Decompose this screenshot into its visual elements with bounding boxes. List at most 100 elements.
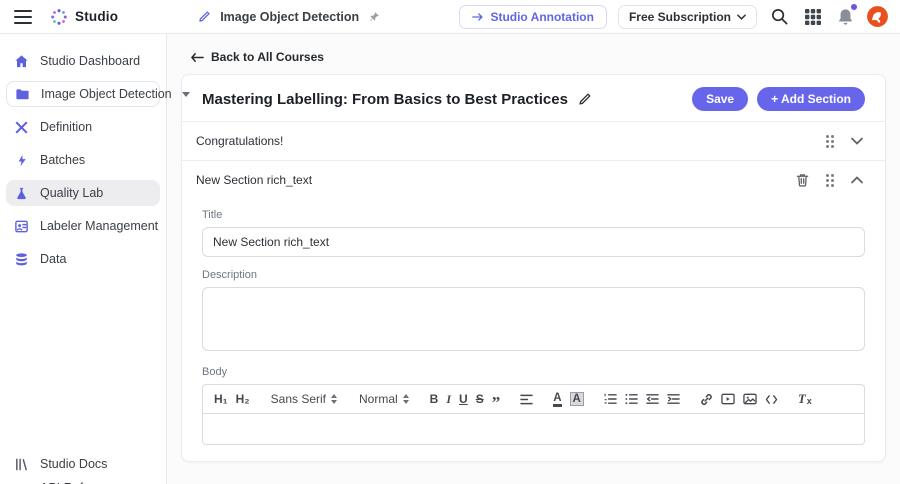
studio-annotation-button[interactable]: Studio Annotation	[459, 4, 607, 29]
code-icon	[14, 480, 30, 484]
section-title-input[interactable]	[202, 227, 865, 257]
body-field-label: Body	[202, 366, 228, 378]
size-select[interactable]: Normal	[355, 390, 413, 408]
title-field-label: Title	[202, 209, 223, 221]
video-button[interactable]	[718, 389, 738, 409]
edit-project-pencil-icon[interactable]	[196, 8, 213, 25]
code-block-button[interactable]	[762, 389, 781, 409]
h2-button[interactable]: H₂	[233, 389, 253, 409]
section-form: Title Description Body H₁ H₂ Sans Serif	[182, 199, 885, 461]
align-icon	[520, 394, 533, 404]
editor-body-area[interactable]	[203, 414, 864, 444]
course-title: Mastering Labelling: From Basics to Best…	[202, 90, 594, 108]
folder-icon	[15, 86, 31, 102]
sidebar-item-studio-dashboard[interactable]: Studio Dashboard	[6, 48, 160, 74]
ordered-list-button[interactable]	[601, 389, 620, 409]
crossed-tools-icon	[14, 119, 30, 135]
sidebar-item-label: Labeler Management	[40, 219, 159, 233]
course-editor-card: Mastering Labelling: From Basics to Best…	[181, 74, 886, 462]
select-arrows-icon	[402, 394, 409, 404]
drag-handle-icon[interactable]	[826, 134, 834, 148]
section-row-new-section: New Section rich_text	[182, 161, 885, 199]
sidebar-item-label: Data	[40, 252, 67, 266]
top-right-actions: Studio Annotation Free Subscription	[459, 3, 888, 29]
background-color-button[interactable]: A	[567, 389, 587, 409]
description-field-label: Description	[202, 269, 258, 281]
back-to-courses-link[interactable]: Back to All Courses	[191, 50, 324, 64]
ordered-list-icon	[604, 393, 617, 404]
italic-button[interactable]: I	[443, 389, 454, 409]
underline-button[interactable]: U	[456, 389, 471, 409]
sidebar-footer: Studio Docs API Reference	[0, 452, 166, 484]
bold-button[interactable]: B	[427, 389, 442, 409]
notification-dot	[851, 3, 857, 10]
batches-icon	[14, 152, 30, 168]
sidebar-item-api-reference[interactable]: API Reference	[6, 476, 160, 484]
section-row-congratulations: Congratulations!	[182, 122, 885, 160]
section-description-textarea[interactable]	[202, 287, 865, 351]
flask-icon	[14, 185, 30, 201]
database-icon	[14, 251, 30, 267]
sidebar-item-data[interactable]: Data	[6, 246, 160, 272]
free-subscription-dropdown[interactable]: Free Subscription	[617, 4, 757, 29]
text-color-button[interactable]: A	[550, 389, 564, 409]
strikethrough-button[interactable]: S	[473, 389, 487, 409]
h1-button[interactable]: H₁	[211, 389, 231, 409]
studio-logo-icon	[51, 8, 67, 25]
select-arrows-icon	[331, 394, 337, 404]
align-button[interactable]	[517, 389, 536, 409]
arrow-right-icon	[472, 12, 483, 21]
save-button[interactable]: Save	[692, 87, 749, 111]
sidebar-item-definition[interactable]: Definition	[6, 114, 160, 140]
add-section-button[interactable]: + Add Section	[757, 87, 865, 111]
apps-grid-icon[interactable]	[802, 6, 824, 28]
indent-icon	[667, 394, 680, 404]
pin-icon[interactable]	[366, 9, 382, 25]
card-header: Mastering Labelling: From Basics to Best…	[182, 75, 885, 121]
indent-button[interactable]	[664, 389, 683, 409]
project-name: Image Object Detection	[220, 9, 360, 24]
link-icon	[701, 393, 712, 405]
drag-handle-icon[interactable]	[826, 173, 834, 187]
bullet-list-icon	[625, 393, 638, 405]
hamburger-menu-icon[interactable]	[14, 9, 32, 24]
image-button[interactable]	[740, 389, 760, 409]
rich-text-editor: H₁ H₂ Sans Serif Normal B I U S ” A A T …	[202, 384, 865, 445]
sidebar-item-studio-docs[interactable]: Studio Docs	[6, 452, 160, 476]
sidebar-item-label: Quality Lab	[40, 186, 104, 200]
main-content: Back to All Courses Mastering Labelling:…	[167, 34, 900, 484]
app-window: Studio Image Object Detection Studio Ann…	[0, 0, 900, 484]
sidebar-item-batches[interactable]: Batches	[6, 147, 160, 173]
badge-icon	[14, 218, 30, 234]
section-title: Congratulations!	[196, 134, 284, 148]
collapse-section-chevron-up-icon[interactable]	[849, 174, 865, 186]
video-icon	[721, 393, 735, 405]
notifications-bell-icon[interactable]	[835, 3, 857, 28]
user-avatar[interactable]	[867, 6, 888, 27]
sidebar: Studio Dashboard Image Object Detection …	[0, 34, 190, 484]
sidebar-item-image-object-detection[interactable]: Image Object Detection	[6, 81, 190, 107]
edit-title-pencil-icon[interactable]	[576, 90, 594, 108]
blockquote-button[interactable]: ”	[489, 389, 504, 411]
sidebar-item-labeler-management[interactable]: Labeler Management	[6, 213, 160, 239]
section-title: New Section rich_text	[196, 173, 313, 187]
delete-section-trash-icon[interactable]	[794, 171, 811, 189]
sidebar-item-label: Image Object Detection	[41, 87, 172, 101]
search-icon[interactable]	[768, 5, 791, 28]
clean-format-button[interactable]: Tx	[795, 389, 815, 409]
font-select[interactable]: Sans Serif	[267, 390, 341, 408]
link-button[interactable]	[697, 389, 716, 409]
chevron-down-icon	[737, 13, 746, 20]
bullet-list-button[interactable]	[622, 389, 641, 409]
sidebar-item-label: Definition	[40, 120, 93, 134]
sidebar-item-quality-lab[interactable]: Quality Lab	[6, 180, 160, 206]
sidebar-item-label: Batches	[40, 153, 86, 167]
project-breadcrumb: Image Object Detection	[196, 8, 382, 25]
top-bar: Studio Image Object Detection Studio Ann…	[0, 0, 900, 34]
sidebar-item-label: Studio Docs	[40, 457, 108, 471]
editor-toolbar: H₁ H₂ Sans Serif Normal B I U S ” A A T …	[203, 385, 864, 414]
code-block-icon	[765, 394, 778, 404]
expand-section-chevron-down-icon[interactable]	[849, 135, 865, 147]
outdent-button[interactable]	[643, 389, 662, 409]
home-icon	[14, 53, 30, 69]
